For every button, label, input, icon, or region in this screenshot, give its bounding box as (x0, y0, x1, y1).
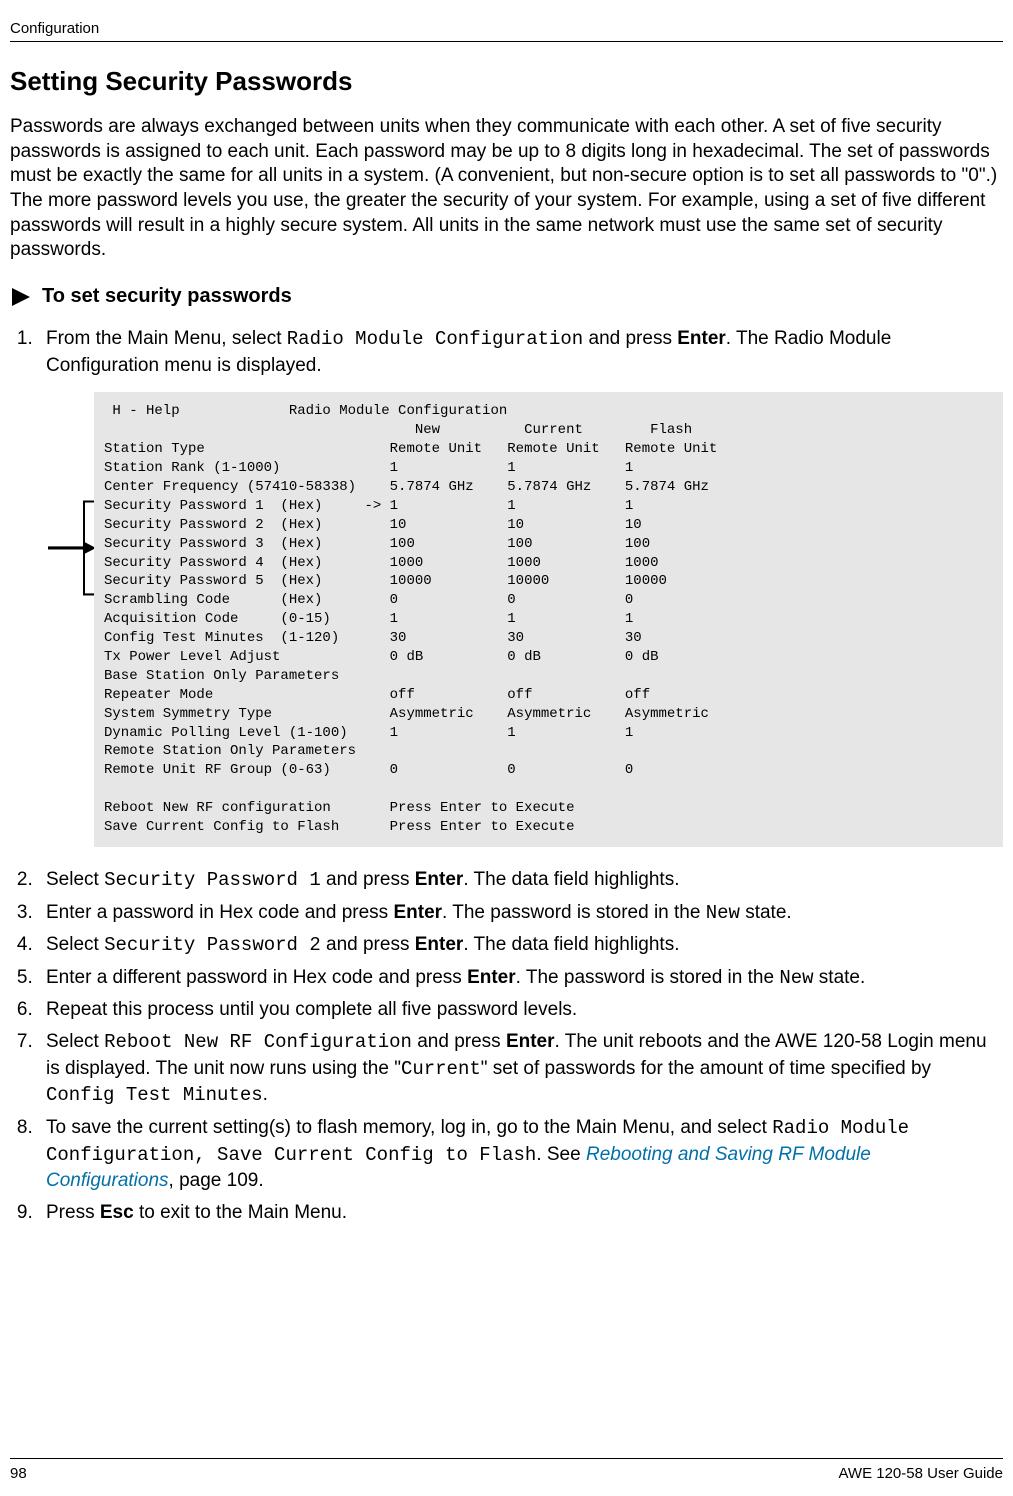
step-6: Repeat this process until you complete a… (38, 997, 1003, 1023)
step-text: and press (321, 934, 415, 955)
key-name: Enter (506, 1031, 555, 1052)
step-text: and press (583, 328, 677, 349)
page-number: 98 (10, 1465, 27, 1482)
step-9: Press Esc to exit to the Main Menu. (38, 1200, 1003, 1226)
code-text: Config Test Minutes (46, 1084, 263, 1106)
step-text: state. (740, 902, 792, 923)
step-text: Press (46, 1202, 100, 1223)
step-4: Select Security Password 2 and press Ent… (38, 932, 1003, 959)
step-text: to exit to the Main Menu. (134, 1202, 347, 1223)
guide-name: AWE 120-58 User Guide (838, 1465, 1003, 1482)
code-text: New (779, 967, 813, 989)
code-text: New (706, 902, 740, 924)
code-text: Radio Module Configuration (287, 328, 583, 350)
intro-paragraph: Passwords are always exchanged between u… (10, 115, 1003, 263)
step-text: Repeat this process until you complete a… (46, 999, 577, 1020)
step-8: To save the current setting(s) to flash … (38, 1115, 1003, 1194)
steps-list-cont: Select Security Password 1 and press Ent… (10, 867, 1003, 1226)
key-name: Enter (393, 902, 442, 923)
step-text: From the Main Menu, select (46, 328, 287, 349)
step-text: and press (412, 1031, 506, 1052)
terminal-content: H - Help Radio Module Configuration New … (104, 402, 983, 836)
code-text: Security Password 1 (104, 869, 321, 891)
key-name: Esc (100, 1202, 134, 1223)
step-text: Enter a different password in Hex code a… (46, 967, 467, 988)
page-footer: 98 AWE 120-58 User Guide (10, 1458, 1003, 1482)
running-head: Configuration (10, 20, 1003, 37)
step-text: Enter a password in Hex code and press (46, 902, 393, 923)
code-text: Save Current Config to Flash (217, 1144, 536, 1166)
step-text: state. (814, 967, 866, 988)
step-3: Enter a password in Hex code and press E… (38, 900, 1003, 927)
step-text: . The password is stored in the (442, 902, 706, 923)
procedure-arrow-icon (10, 286, 32, 308)
code-text: , (194, 1144, 217, 1166)
header-rule (10, 41, 1003, 42)
step-text: . See (536, 1144, 586, 1165)
step-text: . The data field highlights. (463, 934, 679, 955)
code-text: Security Password 2 (104, 934, 321, 956)
procedure-heading: To set security passwords (10, 285, 1003, 308)
steps-list: From the Main Menu, select Radio Module … (10, 326, 1003, 378)
step-5: Enter a different password in Hex code a… (38, 965, 1003, 992)
code-text: Current (401, 1058, 481, 1080)
code-text: Reboot New RF Configuration (104, 1031, 412, 1053)
step-text: , page 109. (169, 1170, 264, 1191)
step-text: " set of passwords for the amount of tim… (481, 1058, 931, 1079)
terminal-figure: H - Help Radio Module Configuration New … (44, 392, 1003, 846)
callout-gutter (44, 392, 94, 846)
bracket-arrow-icon (44, 392, 94, 846)
step-text: . The password is stored in the (516, 967, 780, 988)
step-7: Select Reboot New RF Configuration and p… (38, 1029, 1003, 1109)
key-name: Enter (415, 934, 464, 955)
step-text: Select (46, 1031, 104, 1052)
key-name: Enter (415, 869, 464, 890)
step-1: From the Main Menu, select Radio Module … (38, 326, 1003, 378)
terminal-block: H - Help Radio Module Configuration New … (94, 392, 1003, 846)
step-text: and press (321, 869, 415, 890)
step-text: . (263, 1084, 268, 1105)
key-name: Enter (677, 328, 726, 349)
step-text: Select (46, 934, 104, 955)
procedure-title: To set security passwords (42, 285, 292, 308)
section-title: Setting Security Passwords (10, 66, 1003, 97)
key-name: Enter (467, 967, 516, 988)
step-text: Select (46, 869, 104, 890)
step-2: Select Security Password 1 and press Ent… (38, 867, 1003, 894)
step-text: . The data field highlights. (463, 869, 679, 890)
step-text: To save the current setting(s) to flash … (46, 1117, 772, 1138)
